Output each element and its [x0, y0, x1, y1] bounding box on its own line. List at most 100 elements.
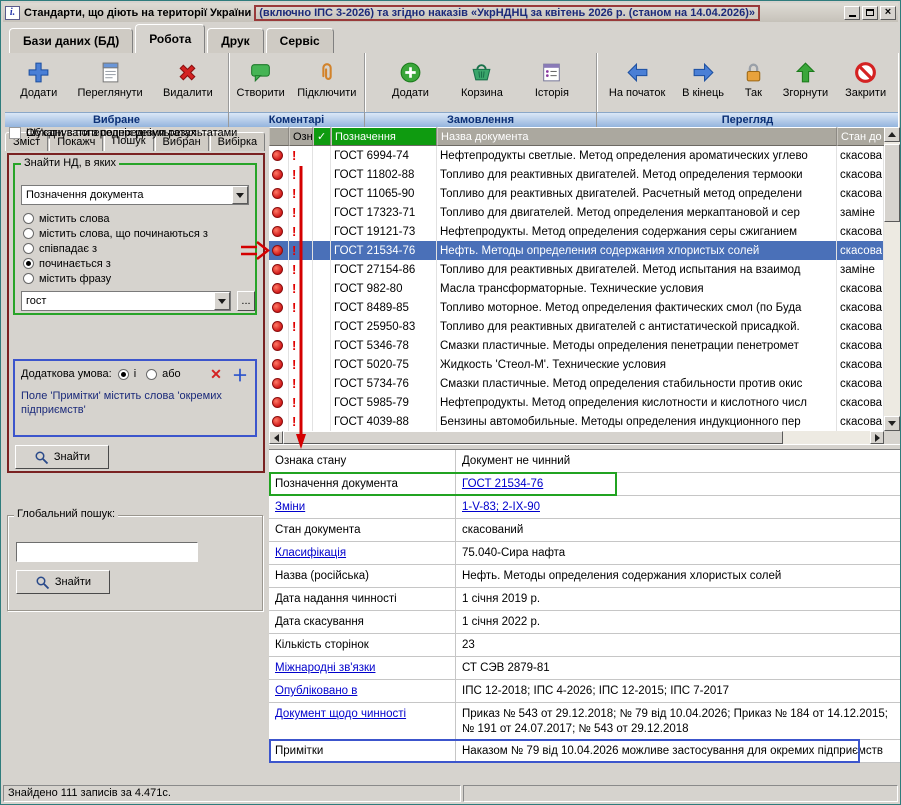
condition-logic-radio[interactable]: і — [118, 367, 136, 382]
table-row[interactable]: ! ГОСТ 27154-86 Топливо для реактивных д… — [269, 260, 884, 279]
search-mode-radio[interactable]: містить фразу — [23, 271, 208, 286]
scroll-left-button[interactable] — [269, 431, 283, 444]
col-ozn-header[interactable]: Озн — [289, 127, 313, 146]
horizontal-scroll-thumb[interactable] — [283, 431, 783, 444]
detail-value: 1 січня 2022 р. — [462, 616, 540, 628]
status-bar: Знайдено 111 записів за 4.471с. — [3, 785, 898, 802]
order-history-button[interactable]: Історія — [530, 56, 574, 103]
favorites-delete-button[interactable]: Видалити — [158, 56, 218, 103]
doc-status-cell — [269, 355, 289, 374]
arrow-up-icon — [793, 60, 818, 85]
detail-label: Ознака стану — [275, 455, 346, 467]
table-row[interactable]: ! ГОСТ 11802-88 Топливо для реактивных д… — [269, 165, 884, 184]
chevron-down-icon[interactable] — [214, 292, 230, 310]
table-row[interactable]: ! ГОСТ 19121-73 Нефтепродукты. Метод опр… — [269, 222, 884, 241]
search-field-select[interactable]: Позначення документа — [21, 185, 249, 205]
close-button[interactable]: × — [880, 6, 896, 20]
search-query-value: гост — [26, 295, 214, 307]
horizontal-scrollbar[interactable] — [269, 431, 884, 444]
doc-check-cell — [313, 260, 331, 279]
global-find-button[interactable]: Знайти — [16, 570, 110, 594]
table-row[interactable]: ! ГОСТ 25950-83 Топливо для реактивных д… — [269, 317, 884, 336]
col-name-header[interactable]: Назва документа — [437, 127, 837, 146]
menu-tab[interactable]: Друк — [207, 28, 263, 53]
search-icon — [35, 575, 50, 590]
detail-label[interactable]: Класифікація — [275, 547, 346, 559]
search-mode-radio[interactable]: починається з — [23, 256, 208, 271]
scroll-down-button[interactable] — [884, 416, 900, 431]
doc-status-cell — [269, 412, 289, 431]
vertical-scroll-thumb[interactable] — [884, 144, 900, 222]
col-icon-header[interactable] — [269, 127, 289, 146]
table-row[interactable]: ! ГОСТ 5020-75 Жидкость 'Стеол-М'. Техни… — [269, 355, 884, 374]
menu-tab-label: Робота — [149, 32, 191, 46]
search-group-title: Знайти НД, в яких — [21, 157, 119, 169]
table-row[interactable]: ! ГОСТ 11065-90 Топливо для реактивных д… — [269, 184, 884, 203]
col-check-header[interactable]: ✓ — [313, 127, 331, 146]
lock-button[interactable]: Так — [736, 56, 771, 103]
go-first-button[interactable]: На початок — [604, 56, 670, 103]
red-dot-icon — [272, 397, 283, 408]
find-button[interactable]: Знайти — [15, 445, 109, 469]
table-row[interactable]: ! ГОСТ 5734-76 Смазки пластичные. Метод … — [269, 374, 884, 393]
detail-label[interactable]: Опубліковано в — [275, 685, 357, 697]
table-row[interactable]: ! ГОСТ 6994-74 Нефтепродукты светлые. Ме… — [269, 146, 884, 165]
scroll-up-button[interactable] — [884, 127, 900, 142]
vertical-scrollbar[interactable] — [884, 127, 900, 431]
search-mode-radio[interactable]: містить слова — [23, 211, 208, 226]
col-designation-header[interactable]: Позначення — [331, 127, 437, 146]
global-search-input[interactable] — [16, 542, 198, 562]
table-row[interactable]: ! ГОСТ 21534-76 Нефть. Методы определени… — [269, 241, 884, 260]
detail-label[interactable]: Міжнародні зв'язки — [275, 662, 375, 674]
search-option-checkbox[interactable]: Об'єднувати з попередніми результатами — [9, 127, 267, 139]
search-query-combo[interactable]: гост — [21, 291, 231, 311]
table-row[interactable]: ! ГОСТ 982-80 Масла трансформаторные. Те… — [269, 279, 884, 298]
scroll-right-button[interactable] — [870, 431, 884, 444]
order-basket-button[interactable]: Корзина — [456, 56, 508, 103]
detail-value[interactable]: 1-V-83; 2-IX-90 — [462, 501, 540, 513]
search-icon — [34, 450, 49, 465]
remove-condition-button[interactable]: ✕ — [207, 366, 225, 382]
comment-attach-button[interactable]: Підключити — [292, 56, 361, 103]
doc-status: скасова — [837, 298, 884, 317]
comment-create-button[interactable]: Створити — [232, 56, 290, 103]
toolbar-group-orders: Додати Корзина Історія Замовлення — [365, 53, 597, 127]
minimize-button[interactable] — [844, 6, 860, 20]
menu-tab[interactable]: Сервіс — [266, 28, 334, 53]
close-db-button[interactable]: Закрити — [840, 56, 891, 103]
favorites-add-button[interactable]: Додати — [15, 56, 62, 103]
doc-status: скасова — [837, 279, 884, 298]
exclamation-icon: ! — [292, 395, 296, 410]
search-mode-radio[interactable]: містить слова, що починаються з — [23, 226, 208, 241]
detail-value[interactable]: ГОСТ 21534-76 — [462, 478, 543, 490]
table-row[interactable]: ! ГОСТ 4039-88 Бензины автомобильные. Ме… — [269, 412, 884, 431]
table-row[interactable]: ! ГОСТ 8489-85 Топливо моторное. Метод о… — [269, 298, 884, 317]
search-mode-label: містить слова, що починаються з — [39, 228, 208, 240]
menu-tab[interactable]: Робота — [135, 24, 205, 53]
doc-name: Нефтепродукты. Метод определения содержа… — [437, 222, 837, 241]
table-row[interactable]: ! ГОСТ 5985-79 Нефтепродукты. Метод опре… — [269, 393, 884, 412]
radio-icon — [118, 369, 129, 380]
table-row[interactable]: ! ГОСТ 17323-71 Топливо для двигателей. … — [269, 203, 884, 222]
maximize-button[interactable] — [862, 6, 878, 20]
paperclip-icon — [314, 60, 339, 85]
more-options-button[interactable]: ... — [237, 291, 255, 311]
menu-tab[interactable]: Бази даних (БД) — [9, 28, 133, 53]
condition-logic-radio[interactable]: або — [146, 367, 181, 382]
red-dot-icon — [272, 302, 283, 313]
collapse-button[interactable]: Згорнути — [778, 56, 833, 103]
search-mode-radio[interactable]: співпадає з — [23, 241, 208, 256]
detail-label[interactable]: Документ щодо чинності — [275, 708, 406, 720]
add-condition-button[interactable]: ＋ — [231, 366, 249, 382]
detail-label[interactable]: Зміни — [275, 501, 305, 513]
red-dot-icon — [272, 188, 283, 199]
chevron-down-icon[interactable] — [232, 186, 248, 204]
go-last-button[interactable]: В кінець — [677, 56, 729, 103]
order-add-button[interactable]: Додати — [387, 56, 434, 103]
doc-status-cell — [269, 317, 289, 336]
arrow-left-icon — [625, 60, 650, 85]
table-row[interactable]: ! ГОСТ 5346-78 Смазки пластичные. Методы… — [269, 336, 884, 355]
red-dot-icon — [272, 340, 283, 351]
extra-condition-group: Додаткова умова: і або — [13, 359, 257, 437]
favorites-view-button[interactable]: Переглянути — [73, 56, 148, 103]
